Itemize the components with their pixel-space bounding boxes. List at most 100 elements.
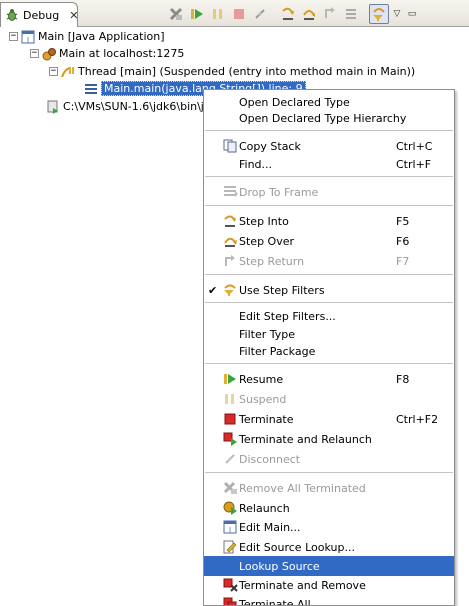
- menu-separator: [205, 472, 453, 473]
- menu-item-label: Edit Main...: [239, 520, 301, 534]
- menu-item-filter-package[interactable]: Filter Package: [204, 341, 454, 361]
- step-into-icon: [282, 7, 294, 20]
- relaunch-icon: [223, 501, 239, 515]
- debug-view-tab[interactable]: Debug ✕: [0, 2, 78, 27]
- remove-all-terminated-icon: [223, 481, 239, 495]
- menu-item-resume[interactable]: Resume F8: [204, 369, 454, 389]
- step-into-icon: [223, 214, 239, 228]
- menu-item-shortcut: F8: [396, 372, 410, 386]
- menu-item-label: Open Declared Type: [239, 95, 350, 109]
- drop-to-frame-icon: [223, 185, 239, 199]
- step-return-button[interactable]: [320, 4, 340, 24]
- close-icon[interactable]: ✕: [69, 9, 78, 22]
- resume-button[interactable]: [187, 4, 207, 24]
- java-application-icon: J: [21, 30, 35, 44]
- use-step-filters-button[interactable]: [369, 4, 389, 24]
- menu-item-open-declared-type-hierarchy[interactable]: Open Declared Type Hierarchy: [204, 108, 454, 128]
- minimize-button[interactable]: ▭: [405, 9, 419, 19]
- menu-item-find[interactable]: Find... Ctrl+F: [204, 154, 454, 174]
- menu-item-label: Remove All Terminated: [239, 481, 366, 495]
- menu-item-step-return[interactable]: Step Return F7: [204, 251, 454, 271]
- menu-item-remove-all-terminated[interactable]: Remove All Terminated: [204, 478, 454, 498]
- menu-item-copy-stack[interactable]: Copy Stack Ctrl+C: [204, 136, 454, 156]
- menu-item-relaunch[interactable]: Relaunch: [204, 498, 454, 518]
- menu-item-label: Disconnect: [239, 452, 301, 466]
- toolbar-separator: [271, 5, 277, 23]
- menu-item-edit-step-filters[interactable]: Edit Step Filters...: [204, 306, 454, 326]
- step-over-button[interactable]: [299, 4, 319, 24]
- java-application-icon: J: [223, 520, 239, 534]
- disconnect-icon: [255, 9, 265, 19]
- menu-item-step-into[interactable]: Step Into F5: [204, 211, 454, 231]
- terminate-relaunch-icon: [223, 432, 239, 446]
- copy-icon: [223, 139, 239, 153]
- step-over-icon: [303, 10, 315, 20]
- process-icon: [46, 100, 60, 114]
- menu-item-terminate[interactable]: Terminate Ctrl+F2: [204, 409, 454, 429]
- tree-node-debug-target[interactable]: − Main at localhost:1275: [30, 45, 184, 62]
- debug-target-icon: [42, 47, 56, 61]
- menu-item-terminate-and-relaunch[interactable]: Terminate and Relaunch: [204, 429, 454, 449]
- menu-item-shortcut: Ctrl+C: [396, 139, 433, 153]
- menu-item-label: Edit Step Filters...: [239, 309, 336, 323]
- menu-item-suspend[interactable]: Suspend: [204, 389, 454, 409]
- menu-separator: [205, 176, 453, 177]
- disconnect-button[interactable]: [250, 4, 270, 24]
- menu-item-drop-to-frame[interactable]: Drop To Frame: [204, 182, 454, 202]
- menu-item-label: Terminate: [239, 412, 294, 426]
- debug-target-label: Main at localhost:1275: [59, 47, 185, 60]
- menu-item-terminate-all[interactable]: Terminate All: [204, 594, 454, 605]
- toolbar-separator: [362, 5, 368, 23]
- menu-item-label: Use Step Filters: [239, 283, 325, 297]
- stack-frame-icon: [84, 82, 98, 96]
- terminate-icon: [223, 412, 239, 426]
- menu-item-label: Open Declared Type Hierarchy: [239, 111, 407, 125]
- menu-item-label: Edit Source Lookup...: [239, 540, 355, 554]
- svg-text:J: J: [26, 36, 29, 44]
- menu-item-label: Step Into: [239, 214, 289, 228]
- menu-item-edit-source-lookup[interactable]: Edit Source Lookup...: [204, 537, 454, 557]
- menu-separator: [205, 274, 453, 275]
- debug-view-title: Debug: [23, 8, 60, 22]
- menu-item-label: Resume: [239, 372, 284, 386]
- launch-label: Main [Java Application]: [38, 30, 165, 43]
- use-step-filters-icon: [373, 8, 385, 21]
- menu-item-label: Terminate and Remove: [239, 578, 366, 592]
- terminate-icon: [234, 9, 244, 19]
- thread-label: Thread [main] (Suspended (entry into met…: [78, 65, 416, 78]
- menu-item-use-step-filters[interactable]: ✔ Use Step Filters: [204, 280, 454, 300]
- collapse-toggle[interactable]: −: [9, 32, 18, 41]
- menu-item-shortcut: Ctrl+F: [396, 157, 432, 171]
- menu-item-disconnect[interactable]: Disconnect: [204, 449, 454, 469]
- drop-to-frame-button[interactable]: [341, 4, 361, 24]
- suspend-button[interactable]: [208, 4, 228, 24]
- menu-item-lookup-source[interactable]: Lookup Source: [204, 556, 454, 576]
- suspended-thread-icon: [61, 65, 75, 79]
- menu-item-terminate-and-remove[interactable]: Terminate and Remove: [204, 575, 454, 595]
- collapse-toggle[interactable]: −: [30, 49, 39, 58]
- resume-icon: [223, 372, 239, 386]
- drop-to-frame-icon: [346, 9, 356, 19]
- menu-separator: [205, 302, 453, 303]
- menu-separator: [205, 363, 453, 364]
- menu-item-step-over[interactable]: Step Over F6: [204, 231, 454, 251]
- menu-item-label: Relaunch: [239, 501, 290, 515]
- terminate-remove-icon: [223, 578, 239, 592]
- tree-node-thread[interactable]: − Thread [main] (Suspended (entry into m…: [49, 63, 415, 80]
- menu-item-edit-main[interactable]: J Edit Main...: [204, 517, 454, 537]
- step-return-icon: [325, 7, 335, 18]
- step-return-icon: [223, 254, 239, 268]
- menu-item-shortcut: F6: [396, 234, 410, 248]
- menu-item-label: Copy Stack: [239, 139, 301, 153]
- remove-all-terminated-button[interactable]: [166, 4, 186, 24]
- step-into-button[interactable]: [278, 4, 298, 24]
- menu-item-label: Filter Type: [239, 327, 296, 341]
- collapse-toggle[interactable]: −: [49, 67, 58, 76]
- debug-bug-icon: [5, 8, 19, 22]
- tree-node-launch[interactable]: − J Main [Java Application]: [9, 28, 165, 45]
- menu-item-label: Lookup Source: [239, 559, 320, 573]
- terminate-all-icon: [223, 597, 239, 605]
- terminate-button[interactable]: [229, 4, 249, 24]
- view-menu-button[interactable]: ▽: [390, 9, 404, 19]
- menu-item-label: Terminate and Relaunch: [239, 432, 372, 446]
